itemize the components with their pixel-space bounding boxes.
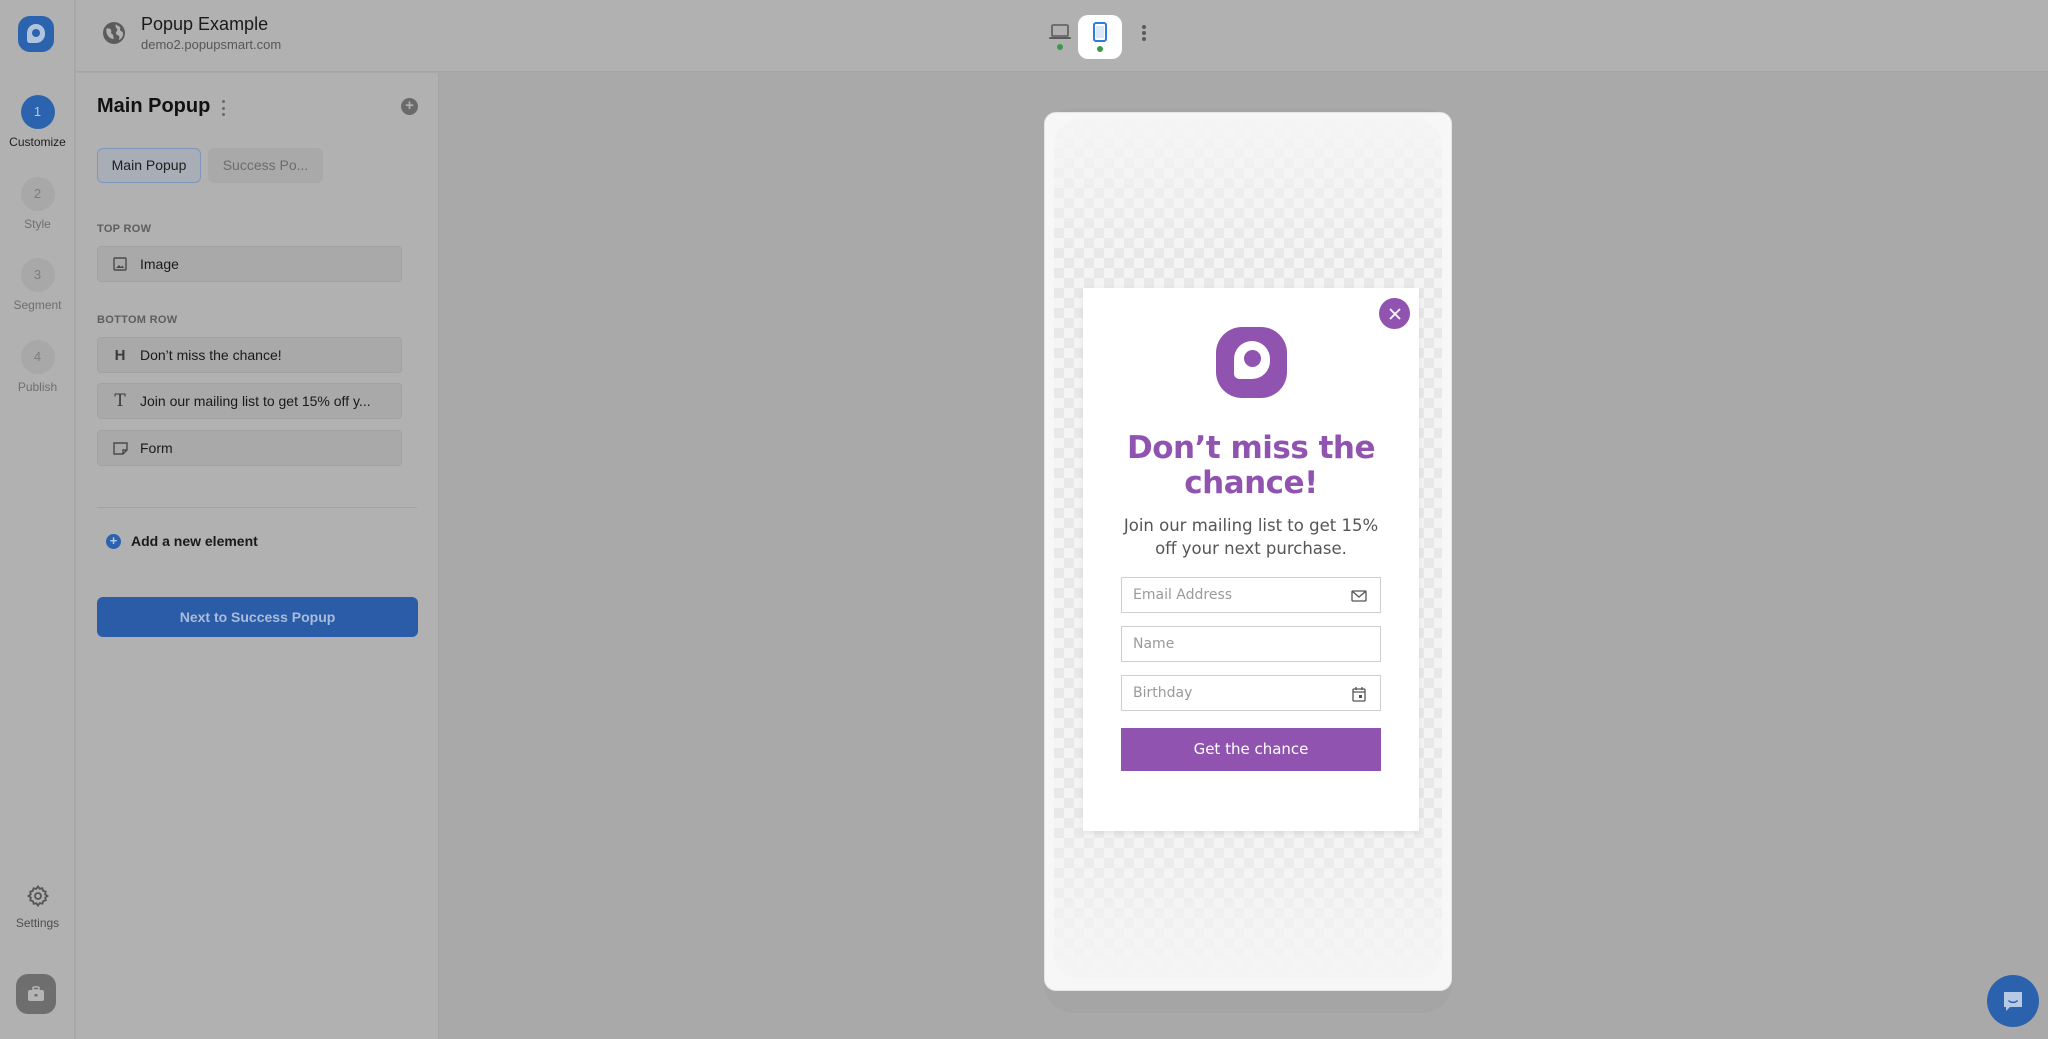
step-label: Publish: [17, 380, 58, 394]
site-title: Popup Example: [141, 14, 269, 34]
panel-title: Main Popup: [97, 95, 211, 117]
tab-main-popup[interactable]: Main Popup: [97, 148, 201, 183]
customize-panel: Main Popup + Main Popup Success Po... TO…: [76, 73, 439, 1039]
globe-icon: [103, 22, 125, 44]
step-label: Style: [24, 217, 51, 231]
popupsmart-logo[interactable]: [18, 16, 54, 52]
element-item-label: Image: [140, 256, 179, 272]
text-icon: T: [114, 391, 126, 411]
element-item-heading[interactable]: H Don’t miss the chance!: [97, 337, 402, 373]
settings-label: Settings: [15, 916, 60, 930]
step-customize[interactable]: 1 Customize: [0, 95, 75, 149]
element-item-form[interactable]: Form: [97, 430, 402, 466]
site-url: demo2.popupsmart.com: [141, 37, 282, 52]
add-element-button[interactable]: + Add a new element: [106, 533, 258, 549]
popup-close-button[interactable]: [1379, 298, 1410, 329]
add-popup-icon[interactable]: +: [401, 98, 418, 115]
mobile-preview-button[interactable]: [1078, 15, 1122, 59]
mail-icon: [1351, 590, 1367, 602]
calendar-icon: [1352, 687, 1366, 702]
add-element-label: Add a new element: [131, 533, 258, 549]
birthday-field[interactable]: [1121, 675, 1381, 711]
close-icon: [1388, 307, 1401, 320]
status-dot: [1057, 44, 1063, 50]
popup-options-icon[interactable]: [219, 100, 227, 116]
live-chat-button[interactable]: [1987, 975, 2039, 1027]
heading-icon: H: [114, 346, 126, 364]
name-input[interactable]: [1122, 627, 1380, 661]
form-icon: [112, 440, 128, 456]
email-field[interactable]: [1121, 577, 1381, 613]
step-style[interactable]: 2 Style: [0, 177, 75, 231]
desktop-preview-button[interactable]: [1038, 15, 1082, 59]
popup-logo-image[interactable]: [1216, 327, 1287, 398]
smartphone-icon: [1093, 22, 1107, 42]
step-number: 2: [20, 177, 55, 211]
step-label: Customize: [9, 135, 66, 149]
element-item-label: Join our mailing list to get 15% off y..…: [140, 393, 371, 409]
get-the-chance-button[interactable]: Get the chance: [1121, 728, 1381, 771]
step-rail: 1 Customize 2 Style 3 Segment 4 Publish …: [0, 0, 75, 1039]
settings-button[interactable]: Settings: [0, 884, 75, 930]
step-number: 1: [20, 95, 55, 129]
top-bar: Popup Example demo2.popupsmart.com: [76, 0, 2048, 72]
gear-icon: [26, 884, 49, 908]
step-number: 3: [20, 258, 55, 292]
step-number: 4: [20, 340, 55, 374]
name-field[interactable]: [1121, 626, 1381, 662]
popup-preview: Don’t miss the chance! Join our mailing …: [1083, 288, 1419, 831]
plus-icon: +: [106, 533, 121, 549]
popup-heading[interactable]: Don’t miss the chance!: [1083, 431, 1419, 501]
step-publish[interactable]: 4 Publish: [0, 340, 75, 394]
tab-success-popup[interactable]: Success Po...: [208, 148, 323, 183]
element-item-label: Form: [140, 440, 173, 456]
status-dot: [1097, 46, 1103, 52]
step-segment[interactable]: 3 Segment: [0, 258, 75, 312]
more-options-icon[interactable]: [1136, 22, 1152, 44]
step-label: Segment: [13, 298, 62, 312]
image-icon: [112, 256, 128, 272]
element-item-label: Don’t miss the chance!: [140, 347, 282, 363]
section-label-top-row: TOP ROW: [97, 223, 152, 235]
email-input[interactable]: [1122, 578, 1380, 612]
element-item-text[interactable]: T Join our mailing list to get 15% off y…: [97, 383, 402, 419]
briefcase-icon: [28, 986, 44, 1001]
section-label-bottom-row: BOTTOM ROW: [97, 314, 178, 326]
divider: [97, 507, 417, 508]
laptop-icon: [1049, 24, 1071, 39]
workspace-button[interactable]: [16, 974, 56, 1014]
chat-icon: [2004, 992, 2022, 1011]
element-item-image[interactable]: Image: [97, 246, 402, 282]
next-to-success-popup-button[interactable]: Next to Success Popup: [97, 597, 418, 637]
birthday-input[interactable]: [1122, 676, 1380, 710]
popup-description[interactable]: Join our mailing list to get 15% off you…: [1113, 514, 1389, 560]
